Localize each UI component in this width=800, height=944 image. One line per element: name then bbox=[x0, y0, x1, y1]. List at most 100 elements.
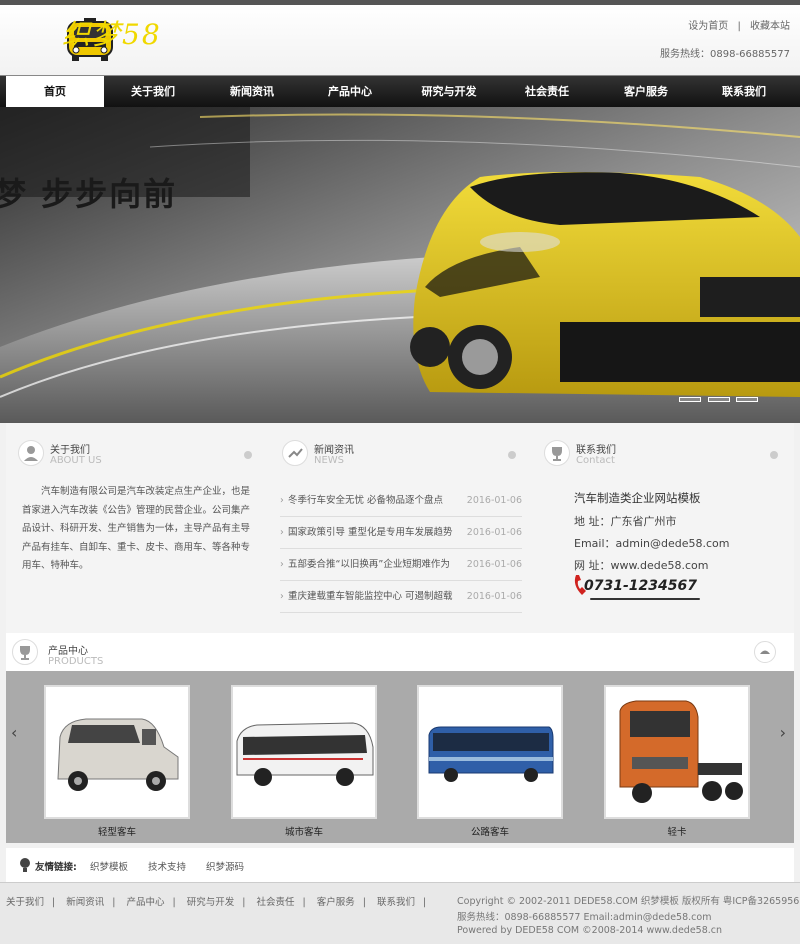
products-carousel: ‹ › 轻型客车 城市客车 公路客车 轻卡 bbox=[6, 671, 794, 843]
nav-item-social[interactable]: 社会责任 bbox=[498, 76, 596, 107]
friend-link[interactable]: 技术支持 bbox=[148, 859, 186, 873]
phone-underline bbox=[590, 598, 700, 600]
logo-text[interactable]: 织梦58 bbox=[62, 13, 162, 53]
footer-link-service[interactable]: 客户服务 bbox=[317, 897, 355, 908]
main-nav: 首页 关于我们 新闻资讯 产品中心 研究与开发 社会责任 客户服务 联系我们 bbox=[0, 75, 800, 107]
header: 织梦58 设为首页 | 收藏本站 服务热线：0898-66885577 bbox=[0, 5, 800, 75]
arrow-icon: › bbox=[280, 527, 284, 538]
friend-links: 友情链接: 织梦模板 技术支持 织梦源码 bbox=[6, 848, 794, 882]
products-subtitle: PRODUCTS bbox=[48, 656, 104, 667]
coach-bus-image bbox=[236, 722, 374, 786]
footer-link-social[interactable]: 社会责任 bbox=[257, 897, 295, 908]
news-item-title[interactable]: 国家政策引导 重型化是专用车发展趋势 bbox=[288, 517, 458, 549]
friend-link[interactable]: 织梦模板 bbox=[90, 859, 128, 873]
footer: 关于我们 | 新闻资讯 | 产品中心 | 研究与开发 | 社会责任 | 客户服务 | 联系我… bbox=[0, 882, 800, 944]
news-subtitle: NEWS bbox=[314, 455, 345, 466]
footer-link-news[interactable]: 新闻资讯 bbox=[66, 897, 104, 908]
news-item-title[interactable]: 五部委合推“以旧换再”企业短期难作为 bbox=[288, 549, 458, 581]
trophy-icon bbox=[544, 440, 570, 466]
footer-link-about[interactable]: 关于我们 bbox=[6, 897, 44, 908]
arrow-icon: › bbox=[280, 495, 284, 506]
contact-header: 联系我们 Contact bbox=[544, 437, 784, 471]
top-links: 设为首页 | 收藏本站 bbox=[688, 21, 790, 32]
contact-phone: 0731-1234567 bbox=[584, 578, 697, 594]
friend-links-label: 友情链接: bbox=[35, 862, 77, 873]
about-header: 关于我们 ABOUT US bbox=[18, 437, 258, 471]
trend-icon bbox=[282, 440, 308, 466]
news-item-title[interactable]: 重庆建载重车智能监控中心 可遏制超载 bbox=[288, 581, 458, 613]
contact-subtitle: Contact bbox=[576, 455, 615, 466]
city-bus-image bbox=[428, 726, 554, 782]
bookmark-link[interactable]: 收藏本站 bbox=[750, 21, 790, 32]
news-item-date: 2016-01-06 bbox=[466, 591, 522, 602]
news-item[interactable]: › 国家政策引导 重型化是专用车发展趋势 2016-01-06 bbox=[280, 517, 522, 549]
about-subtitle: ABOUT US bbox=[50, 455, 102, 466]
nav-item-about[interactable]: 关于我们 bbox=[104, 76, 202, 107]
news-item[interactable]: › 五部委合推“以旧换再”企业短期难作为 2016-01-06 bbox=[280, 549, 522, 581]
lightbulb-icon bbox=[20, 858, 30, 872]
truck-image bbox=[619, 700, 743, 803]
more-products-icon[interactable] bbox=[754, 641, 776, 663]
friend-link[interactable]: 织梦源码 bbox=[206, 859, 244, 873]
about-title[interactable]: 关于我们 bbox=[50, 441, 90, 456]
product-label[interactable]: 轻型客车 bbox=[44, 824, 190, 838]
slide-indicators bbox=[676, 392, 758, 405]
footer-link-contact[interactable]: 联系我们 bbox=[377, 897, 415, 908]
news-item[interactable]: › 重庆建载重车智能监控中心 可遏制超载 2016-01-06 bbox=[280, 581, 522, 613]
minivan-image bbox=[57, 718, 179, 791]
user-icon bbox=[18, 440, 44, 466]
nav-item-contact[interactable]: 联系我们 bbox=[695, 76, 793, 107]
info-section: 关于我们 ABOUT US 汽车制造有限公司是汽车改装定点生产企业，也是首家进入… bbox=[6, 423, 794, 633]
arrow-icon: › bbox=[280, 559, 284, 570]
banner-car-image bbox=[0, 107, 800, 423]
contact-email: Email：admin@dede58.com bbox=[574, 537, 730, 550]
about-more-icon[interactable] bbox=[244, 451, 252, 459]
powered-text: Powered by DEDE58 COM ©2008-2014 www.ded… bbox=[457, 925, 723, 936]
arrow-icon: › bbox=[280, 591, 284, 602]
news-item[interactable]: › 冬季行车安全无忧 必备物品逐个盘点 2016-01-06 bbox=[280, 485, 522, 517]
news-title[interactable]: 新闻资讯 bbox=[314, 441, 354, 456]
nav-item-service[interactable]: 客户服务 bbox=[597, 76, 695, 107]
hero-banner[interactable]: 梦 步步向前 bbox=[0, 107, 800, 423]
trophy-icon bbox=[12, 639, 38, 665]
contact-title[interactable]: 联系我们 bbox=[576, 441, 616, 456]
set-homepage-link[interactable]: 设为首页 bbox=[688, 21, 728, 32]
slide-dot-1[interactable] bbox=[679, 397, 701, 402]
news-header: 新闻资讯 NEWS bbox=[282, 437, 522, 471]
slide-dot-3[interactable] bbox=[736, 397, 758, 402]
contact-more-icon[interactable] bbox=[770, 451, 778, 459]
news-item-date: 2016-01-06 bbox=[466, 527, 522, 538]
prev-arrow-icon[interactable]: ‹ bbox=[11, 723, 17, 742]
nav-item-news[interactable]: 新闻资讯 bbox=[203, 76, 301, 107]
product-card[interactable] bbox=[417, 685, 563, 819]
contact-address: 地 址：广东省广州市 bbox=[574, 515, 677, 528]
contact-company: 汽车制造类企业网站模板 bbox=[574, 491, 701, 505]
news-item-date: 2016-01-06 bbox=[466, 495, 522, 506]
footer-link-research[interactable]: 研究与开发 bbox=[187, 897, 235, 908]
product-card[interactable] bbox=[231, 685, 377, 819]
product-label[interactable]: 公路客车 bbox=[417, 824, 563, 838]
products-section: 产品中心 PRODUCTS ‹ › 轻型客车 城市客车 公路客车 轻卡 bbox=[6, 633, 794, 843]
next-arrow-icon[interactable]: › bbox=[780, 723, 786, 742]
contact-website: 网 址：www.dede58.com bbox=[574, 559, 709, 572]
product-label[interactable]: 城市客车 bbox=[231, 824, 377, 838]
footer-link-products[interactable]: 产品中心 bbox=[127, 897, 165, 908]
slide-dot-2[interactable] bbox=[707, 397, 730, 402]
news-item-date: 2016-01-06 bbox=[466, 559, 522, 570]
copyright-text: Copyright © 2002-2011 DEDE58.COM 织梦模板 版权… bbox=[457, 896, 800, 907]
product-label[interactable]: 轻卡 bbox=[604, 824, 750, 838]
products-header: 产品中心 PRODUCTS bbox=[6, 633, 794, 671]
service-text: 服务热线：0898-66885577 Email:admin@dede58.co… bbox=[457, 912, 712, 923]
footer-nav: 关于我们 | 新闻资讯 | 产品中心 | 研究与开发 | 社会责任 | 客户服务 | 联系我… bbox=[6, 897, 427, 908]
news-item-title[interactable]: 冬季行车安全无忧 必备物品逐个盘点 bbox=[288, 485, 458, 517]
products-title[interactable]: 产品中心 bbox=[48, 642, 88, 657]
news-more-icon[interactable] bbox=[508, 451, 516, 459]
nav-item-research[interactable]: 研究与开发 bbox=[400, 76, 498, 107]
nav-item-products[interactable]: 产品中心 bbox=[301, 76, 399, 107]
nav-item-home[interactable]: 首页 bbox=[6, 76, 104, 107]
hotline-text: 服务热线：0898-66885577 bbox=[660, 49, 790, 60]
banner-slogan: 梦 步步向前 bbox=[0, 175, 178, 213]
product-card[interactable] bbox=[44, 685, 190, 819]
product-card[interactable] bbox=[604, 685, 750, 819]
about-text: 汽车制造有限公司是汽车改装定点生产企业，也是首家进入汽车改装《公告》管理的民营企… bbox=[22, 486, 251, 571]
